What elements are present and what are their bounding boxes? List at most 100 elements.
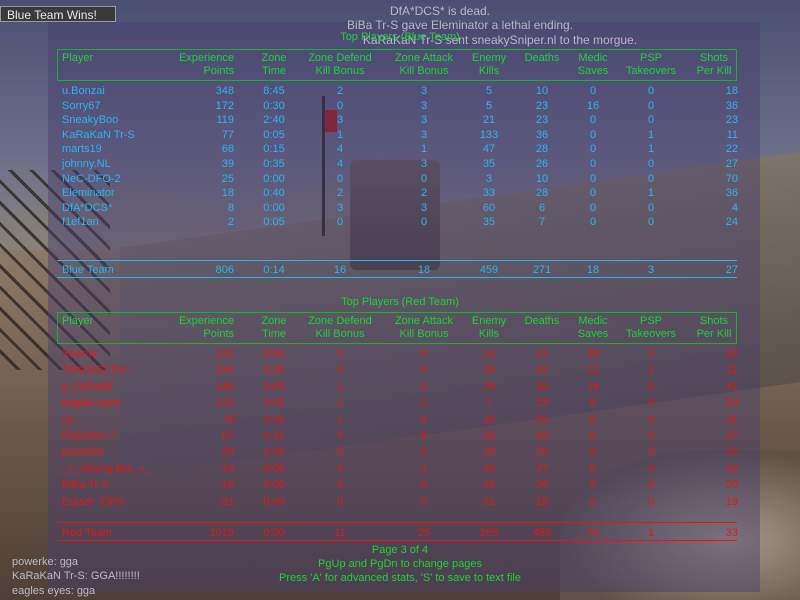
player-row: BiBa Tr-S -16 0:00 0 0 20 20 0 0 20 <box>0 477 800 493</box>
cell-player: f1ef1an <box>62 216 99 229</box>
player-row: _+_Wrong Bet_+_ 16 0:00 0 1 30 27 0 0 42 <box>0 461 800 477</box>
cell-medic: 35 <box>586 348 600 360</box>
team-title: Top Players (Blue Team) <box>340 31 460 43</box>
cell-xp: 39 <box>221 158 234 170</box>
cell-deaths: 23 <box>535 397 549 410</box>
cell-attack: 0 <box>420 216 428 229</box>
cell-psp: 1 <box>647 364 655 377</box>
cell-deaths: 27 <box>535 462 549 475</box>
cell-medic: 16 <box>586 99 600 112</box>
col-enemy-kills: Enemy Kills <box>471 315 507 340</box>
cell-player: Blue Team <box>62 264 114 276</box>
cell-shots: 27 <box>725 264 738 276</box>
cell-shots: 31 <box>725 413 738 426</box>
cell-player: Xtreme <box>62 348 98 360</box>
cell-defend: 2 <box>336 85 344 97</box>
cell-attack: 4 <box>420 413 428 426</box>
cell-shots: 19 <box>725 495 738 508</box>
separator <box>57 522 737 523</box>
cell-player: Eleminator <box>62 187 115 200</box>
cell-psp: 0 <box>647 462 655 475</box>
cell-attack: 8 <box>420 430 428 442</box>
cell-time: 0:05 <box>263 216 285 229</box>
cell-medic: 0 <box>589 479 597 492</box>
cell-player: SneakyBoo <box>62 114 119 127</box>
cell-defend: 0 <box>336 216 344 229</box>
cell-deaths: 28 <box>535 187 549 200</box>
cell-shots: 11 <box>726 128 738 141</box>
cell-defend: 1 <box>336 128 344 141</box>
cell-time: 0:30 <box>263 99 285 112</box>
player-row: f1ef1an 2 0:05 0 0 35 7 0 0 24 <box>0 214 800 230</box>
col-zone-time: Zone Time <box>261 315 287 340</box>
cell-shots: 4 <box>731 201 738 214</box>
cell-defend: 1 <box>336 397 344 410</box>
chat-line: KaRaKaN Tr-S: GGA!!!!!!!! <box>12 570 140 582</box>
cell-kills: 5 <box>485 85 493 97</box>
cell-shots: 11 <box>726 364 738 377</box>
col-shots-per-kill: Shots Per Kill <box>696 52 732 77</box>
cell-medic: 0 <box>589 430 597 442</box>
cell-psp: 1 <box>647 143 655 156</box>
cell-medic: 0 <box>589 495 597 508</box>
cell-kills: 33 <box>482 187 496 200</box>
cell-deaths: 23 <box>535 114 549 127</box>
cell-defend: 0 <box>336 462 344 475</box>
player-row: powerke 20 0:00 0 0 19 20 0 0 32 <box>0 444 800 460</box>
cell-psp: 0 <box>647 85 655 97</box>
cell-medic: 0 <box>589 187 597 200</box>
cell-medic: 0 <box>589 462 597 475</box>
cell-xp: 67 <box>221 430 234 442</box>
chat-line: eagles eyes: gga <box>12 585 96 597</box>
cell-psp: 3 <box>647 264 655 276</box>
cell-player: powerke <box>62 446 104 459</box>
player-row: FhEoOm-7 67 0:10 5 8 33 42 0 0 27 <box>0 428 800 444</box>
cell-deaths: 10 <box>535 172 549 185</box>
cell-shots: 27 <box>725 430 738 442</box>
cell-time: 0:40 <box>263 187 285 200</box>
cell-shots: 18 <box>725 85 738 97</box>
cell-kills: 47 <box>482 143 496 156</box>
col-deaths: Deaths <box>524 315 560 327</box>
cell-xp: -16 <box>218 479 234 492</box>
cell-time: 0:00 <box>263 479 285 492</box>
cell-psp: 0 <box>647 446 655 459</box>
cell-kills: 30 <box>482 462 496 475</box>
cell-attack: 3 <box>420 85 428 97</box>
cell-defend: 3 <box>336 201 344 214</box>
cell-attack: 3 <box>420 128 428 141</box>
cell-xp: 172 <box>215 99 234 112</box>
cell-xp: 146 <box>215 380 234 393</box>
cell-time: 0:00 <box>263 201 285 214</box>
cell-defend: 1 <box>336 413 344 426</box>
cell-deaths: 26 <box>535 158 549 170</box>
cell-time: 0:00 <box>263 413 285 426</box>
cell-attack: 3 <box>420 99 428 112</box>
cell-time: 0:00 <box>263 462 285 475</box>
cell-xp: 16 <box>221 462 234 475</box>
cell-medic: 0 <box>589 158 597 170</box>
cell-deaths: 7 <box>538 216 546 229</box>
cell-deaths: 42 <box>535 364 549 377</box>
cell-shots: 70 <box>725 172 738 185</box>
cell-attack: 3 <box>420 114 428 127</box>
player-row: DfA*DCS* 8 0:00 3 3 60 6 0 0 4 <box>0 200 800 216</box>
cell-defend: 0 <box>336 479 344 492</box>
cell-deaths: 41 <box>535 348 549 360</box>
cell-psp: 0 <box>647 380 655 393</box>
cell-kills: 19 <box>482 446 496 459</box>
cell-medic: 0 <box>589 216 597 229</box>
cell-player: eagles eyes <box>62 397 121 410</box>
team-total-row: Red Team 1019 0:00 11 25 265 469 74 1 33 <box>0 525 800 541</box>
cell-psp: 0 <box>647 397 655 410</box>
cell-psp: 0 <box>647 479 655 492</box>
col-zone-attack: Zone Attack Kill Bonus <box>394 52 454 77</box>
player-row: KaRaKaN Tr-S 77 0:05 1 3 133 36 0 1 11 <box>0 127 800 143</box>
cell-player: marts19 <box>62 143 102 156</box>
cell-psp: 0 <box>647 430 655 442</box>
cell-psp: 1 <box>647 527 655 539</box>
cell-shots: 41 <box>725 380 738 393</box>
cell-psp: 1 <box>647 187 655 200</box>
cell-player: Sorry67 <box>62 99 101 112</box>
cell-time: 0:00 <box>263 495 285 508</box>
